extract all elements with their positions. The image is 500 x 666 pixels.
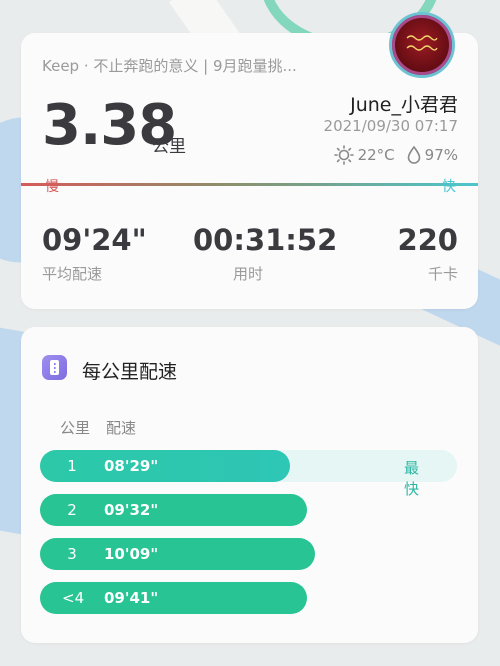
column-header-pace: 配速 — [106, 419, 137, 437]
pace-row-value: 09'41" — [104, 589, 159, 607]
distance-unit: 公里 — [152, 137, 186, 157]
pace-row-km: 3 — [67, 545, 77, 563]
run-datetime: 2021/09/30 07:17 — [323, 117, 458, 135]
temperature: 22°C — [357, 146, 395, 164]
pace-per-km-card: 每公里配速 公里 配速 1 08'29" 最快 2 09'32" 3 10'09… — [21, 327, 478, 643]
duration-label: 用时 — [233, 265, 264, 283]
avatar-scribble — [405, 32, 439, 54]
run-summary-card: Keep · 不止奔跑的意义 | 9月跑量挑... 3.38 公里 June_小… — [21, 12, 478, 309]
duration-stat: 00:31:52 用时 — [193, 223, 337, 284]
column-header-km: 公里 — [60, 419, 91, 437]
avg-pace-label: 平均配速 — [42, 265, 103, 283]
calories-value: 220 — [397, 223, 458, 257]
avg-pace-value: 09'24" — [42, 223, 147, 257]
pace-row-value: 09'32" — [104, 501, 159, 519]
fastest-badge: 最快 — [404, 459, 420, 498]
sun-icon — [333, 145, 354, 165]
drop-icon — [407, 146, 421, 164]
activity-subtitle: Keep · 不止奔跑的意义 | 9月跑量挑... — [42, 57, 297, 75]
slow-label: 慢 — [45, 179, 59, 195]
duration-value: 00:31:52 — [193, 223, 338, 257]
avg-pace-stat: 09'24" 平均配速 — [42, 223, 147, 284]
calories-label: 千卡 — [427, 265, 458, 283]
pace-row-value: 10'09" — [104, 545, 159, 563]
user-name[interactable]: June_小君君 — [350, 90, 458, 117]
pace-section-icon — [42, 355, 67, 380]
pace-row-km: 2 — [67, 501, 77, 519]
pace-section-title: 每公里配速 — [82, 361, 178, 383]
avatar[interactable] — [389, 12, 455, 78]
pace-row-value: 08'29" — [104, 457, 159, 475]
weather-info: 22°C 97% — [333, 145, 458, 165]
pace-row-km: <4 — [62, 589, 85, 607]
pace-row-km: 1 — [67, 457, 77, 475]
pace-gradient-bar — [21, 183, 478, 186]
humidity: 97% — [424, 146, 458, 164]
calories-stat: 220 千卡 — [397, 223, 458, 284]
fast-label: 快 — [442, 179, 456, 195]
